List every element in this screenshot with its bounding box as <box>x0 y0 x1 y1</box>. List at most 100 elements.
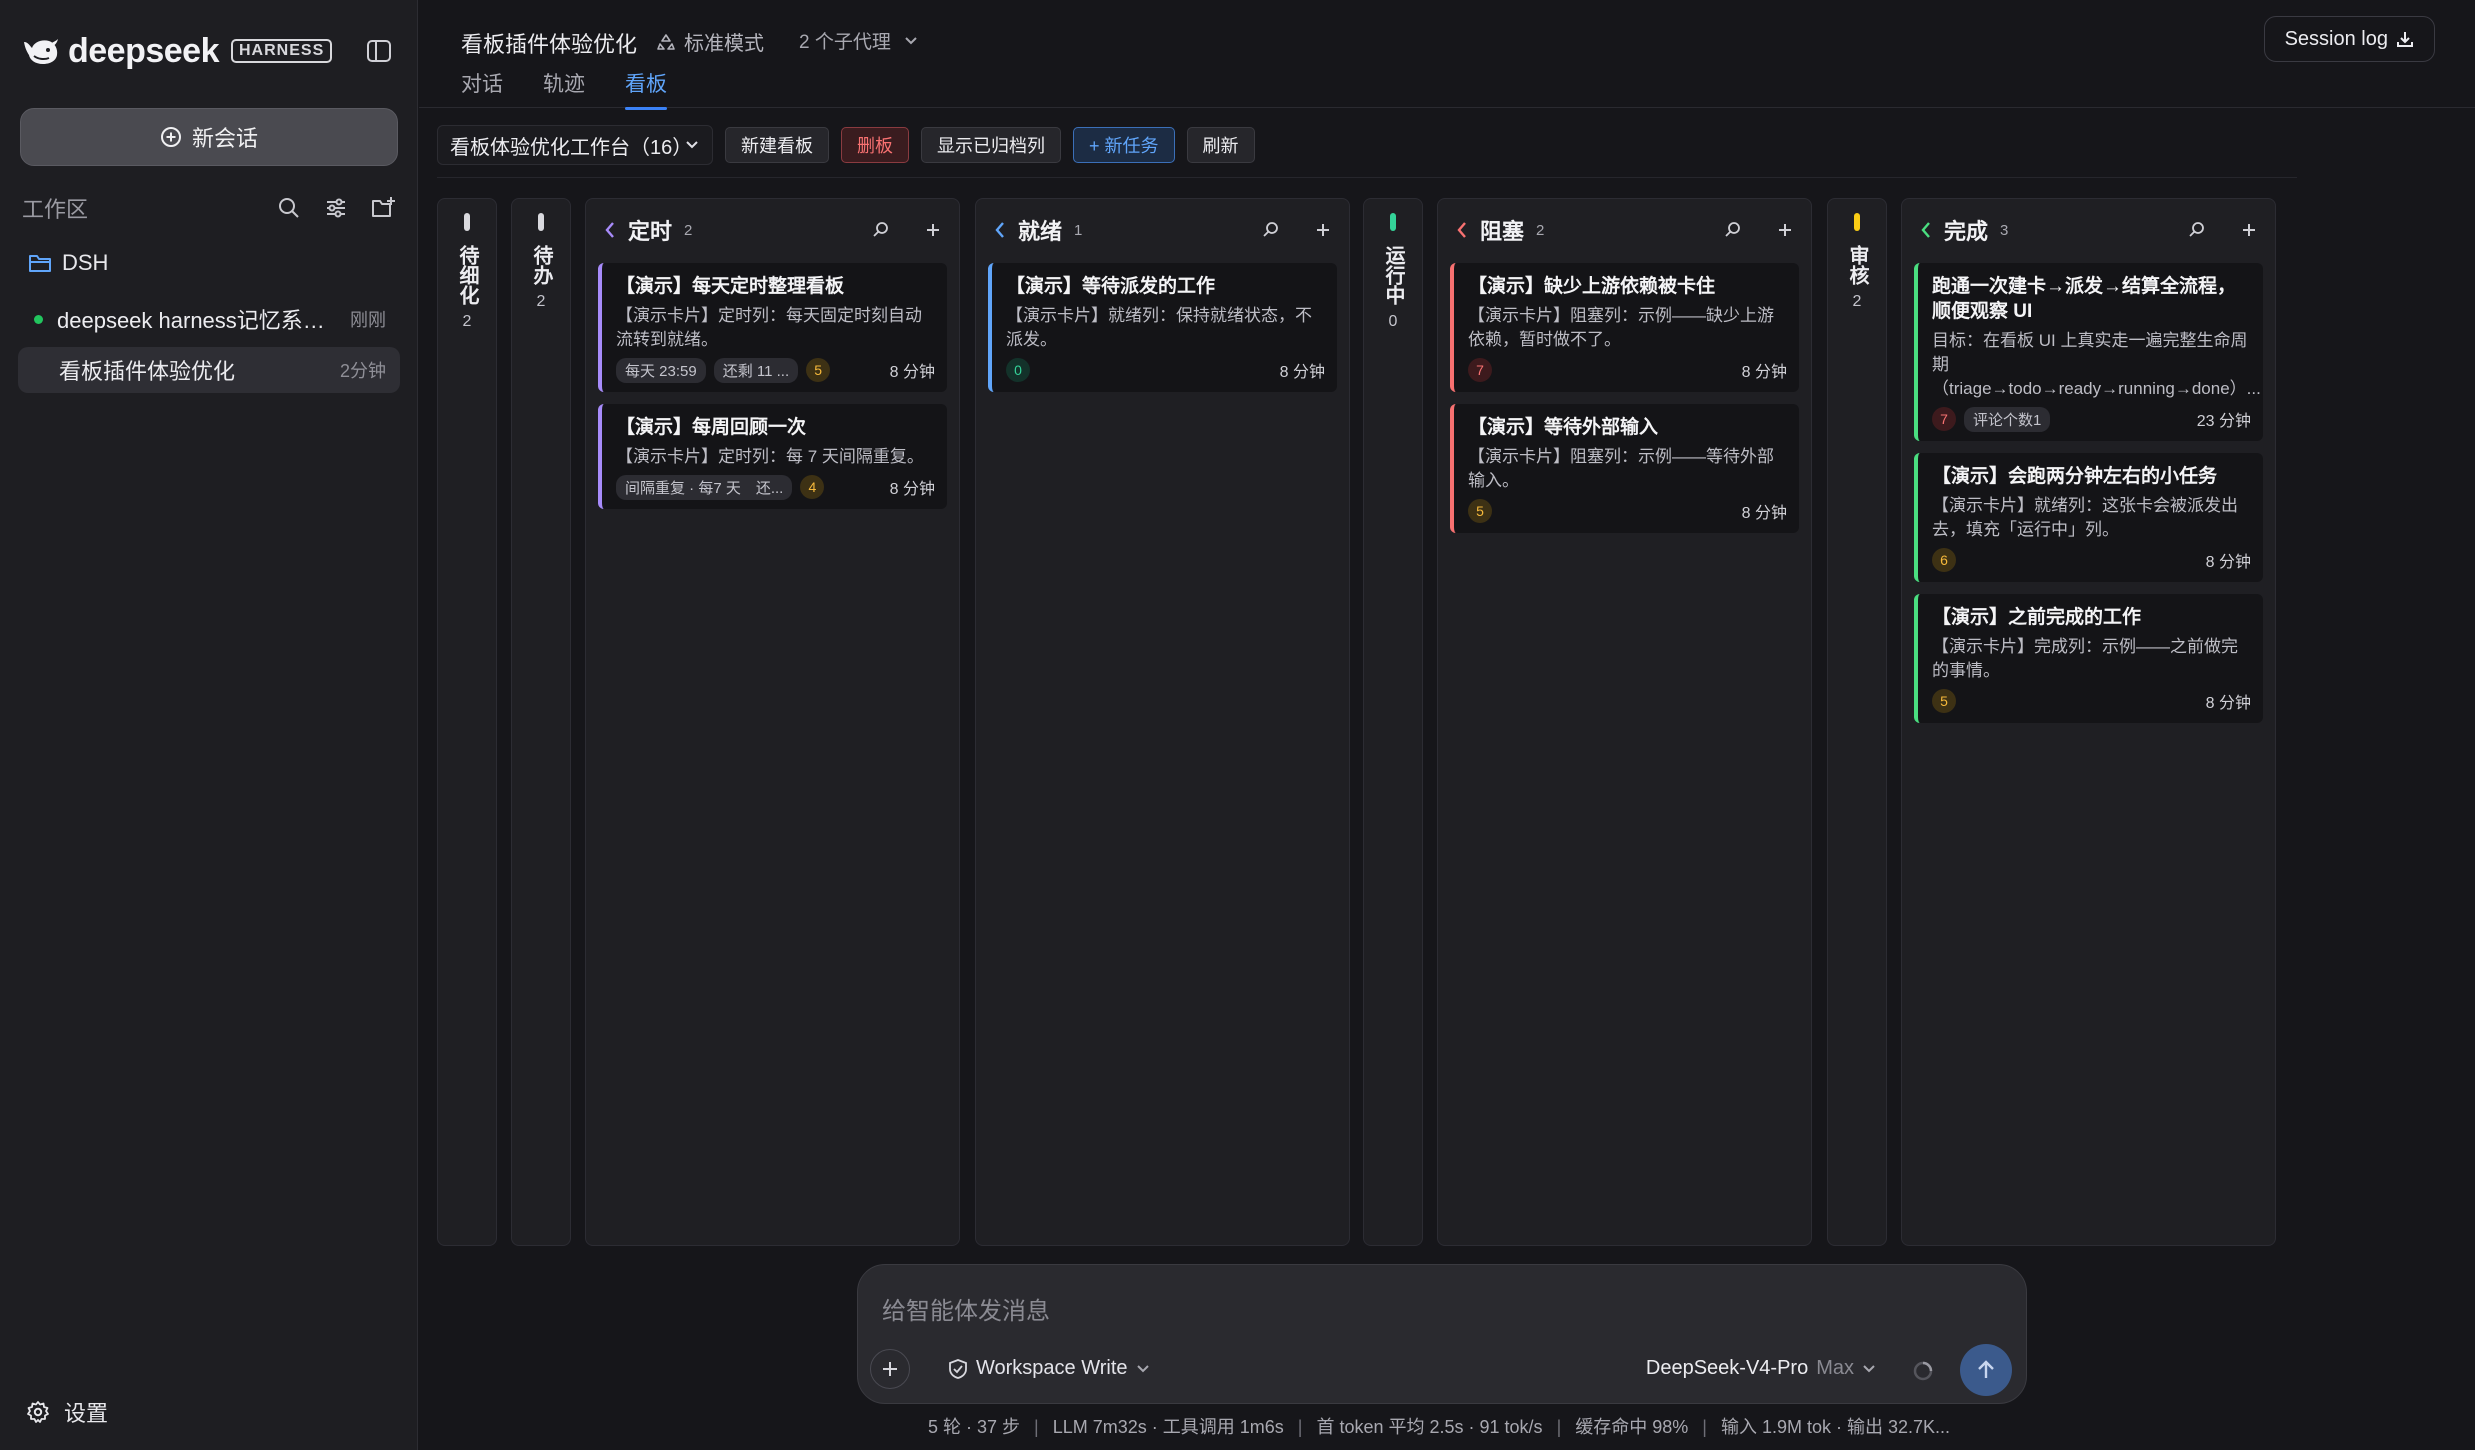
collapse-column-button[interactable] <box>1914 218 1938 242</box>
chevron-left-icon <box>1457 222 1466 238</box>
show-archived-button[interactable]: 显示已归档列 <box>921 127 1061 163</box>
delete-board-button[interactable]: 删板 <box>841 127 909 163</box>
task-card[interactable]: 跑通一次建卡→派发→结算全流程，顺便观察 UI 目标：在看板 UI 上真实走一遍完… <box>1914 263 2263 441</box>
session-time: 刚刚 <box>350 310 386 330</box>
mode-selector[interactable]: 标准模式 <box>656 27 764 56</box>
task-card[interactable]: 【演示】缺少上游依赖被卡住 【演示卡片】阻塞列：示例——缺少上游依赖，暂时做不了。… <box>1450 263 1799 392</box>
column-color-indicator <box>464 213 470 231</box>
column-blocked: 阻塞 2 【演示】缺少上游依赖被卡住 【演示卡片】阻塞列：示例——缺少上游依赖，暂时做… <box>1437 198 1812 1246</box>
subagents-dropdown[interactable]: 2 个子代理 <box>799 27 919 54</box>
column-header: 定时 2 <box>598 215 947 245</box>
board-select[interactable]: 看板体验优化工作台（16） <box>437 125 713 165</box>
tab-kanban[interactable]: 看板 <box>625 68 667 110</box>
session-item-active[interactable]: 看板插件体验优化 2分钟 <box>18 347 400 393</box>
message-input[interactable]: 给智能体发消息 <box>882 1291 1050 1326</box>
search-column-button[interactable] <box>1719 216 1747 244</box>
model-selector[interactable]: DeepSeek-V4-Pro Max <box>1646 1357 1876 1380</box>
plus-icon <box>2243 224 2255 236</box>
attach-button[interactable] <box>870 1349 910 1389</box>
send-button[interactable] <box>1960 1344 2012 1396</box>
chevron-left-icon <box>605 222 614 238</box>
session-name: 看板插件体验优化 <box>59 359 236 384</box>
logo[interactable]: deepseek HARNESS <box>22 30 333 72</box>
column-header: 阻塞 2 <box>1450 215 1799 245</box>
permission-selector[interactable]: Workspace Write <box>948 1357 1158 1380</box>
tab-chat[interactable]: 对话 <box>461 68 503 108</box>
task-card[interactable]: 【演示】等待外部输入 【演示卡片】阻塞列：示例——等待外部输入。 5 8 分钟 <box>1450 404 1799 533</box>
tab-trace[interactable]: 轨迹 <box>543 68 585 108</box>
collapse-column-button[interactable] <box>598 218 622 242</box>
add-card-button[interactable] <box>1309 216 1337 244</box>
search-workspace-button[interactable] <box>274 193 304 223</box>
column-count: 2 <box>536 293 546 310</box>
collapse-sidebar-button[interactable] <box>364 36 394 66</box>
card-footer: 6 8 分钟 <box>1932 548 2251 572</box>
column-title: 就绪 <box>1018 219 1063 244</box>
search-column-button[interactable] <box>867 216 895 244</box>
top-header: 看板插件体验优化 标准模式 2 个子代理 对话 轨迹 看板 Session lo… <box>419 0 2475 110</box>
search-icon <box>1263 222 1278 237</box>
status-tokens: 输入 1.9M tok · 输出 32.7K... <box>1720 1417 1951 1437</box>
column-header: 就绪 1 <box>988 215 1337 245</box>
collapse-column-button[interactable] <box>988 218 1012 242</box>
status-turns: 5 轮 · 37 步 <box>928 1417 1021 1437</box>
task-card[interactable]: 【演示】每周回顾一次 【演示卡片】定时列：每 7 天间隔重复。 间隔重复 · 每7 … <box>598 404 947 509</box>
sidebar-toggle-icon <box>367 40 391 62</box>
search-icon <box>279 198 299 218</box>
card-list: 跑通一次建卡→派发→结算全流程，顺便观察 UI 目标：在看板 UI 上真实走一遍完… <box>1914 263 2263 735</box>
whale-icon <box>24 39 58 64</box>
column-color-indicator <box>1390 213 1396 231</box>
search-column-button[interactable] <box>1257 216 1285 244</box>
card-time: 8 分钟 <box>889 481 935 498</box>
folder-dsh[interactable]: DSH <box>28 250 108 276</box>
search-icon <box>2189 222 2204 237</box>
new-chat-label: 新会话 <box>191 126 258 151</box>
column-header: 完成 3 <box>1914 215 2263 245</box>
priority-badge: 7 <box>1932 407 1956 431</box>
add-card-button[interactable] <box>2235 216 2263 244</box>
add-card-button[interactable] <box>919 216 947 244</box>
card-tag: 间隔重复 · 每7 天 还... <box>616 474 793 500</box>
filter-workspace-button[interactable] <box>321 193 351 223</box>
column-running-collapsed[interactable]: 运行中 0 <box>1363 198 1423 1246</box>
task-card[interactable]: 【演示】每天定时整理看板 【演示卡片】定时列：每天固定时刻自动流转到就绪。 每天 2… <box>598 263 947 392</box>
session-log-button[interactable]: Session log <box>2263 16 2435 62</box>
column-title: 待细化 <box>456 245 478 305</box>
task-card[interactable]: 【演示】之前完成的工作 【演示卡片】完成列：示例——之前做完的事情。 5 8 分钟 <box>1914 594 2263 723</box>
settings-button[interactable]: 设置 <box>26 1396 108 1428</box>
priority-badge: 7 <box>1468 358 1492 382</box>
page-title: 看板插件体验优化 <box>461 32 638 57</box>
card-description: 【演示卡片】定时列：每 7 天间隔重复。 <box>616 447 924 466</box>
workspace-header: 工作区 <box>22 193 398 223</box>
folder-plus-icon <box>372 197 395 217</box>
card-description: 【演示卡片】阻塞列：示例——缺少上游依赖，暂时做不了。 <box>1468 306 1774 349</box>
model-level: Max <box>1816 1357 1854 1379</box>
card-list: 【演示】等待派发的工作 【演示卡片】就绪列：保持就绪状态，不派发。 0 8 分钟 <box>988 263 1337 404</box>
plus-icon <box>883 1362 897 1376</box>
task-card[interactable]: 【演示】等待派发的工作 【演示卡片】就绪列：保持就绪状态，不派发。 0 8 分钟 <box>988 263 1337 392</box>
card-time: 8 分钟 <box>2205 554 2251 571</box>
card-footer: 每天 23:59 还剩 11 ... 5 8 分钟 <box>616 357 935 383</box>
search-column-button[interactable] <box>2183 216 2211 244</box>
card-list: 【演示】每天定时整理看板 【演示卡片】定时列：每天固定时刻自动流转到就绪。 每天 2… <box>598 263 947 521</box>
refresh-button[interactable]: 刷新 <box>1186 127 1255 163</box>
workspace-title: 工作区 <box>22 197 89 222</box>
column-count: 2 <box>684 221 693 239</box>
new-board-button[interactable]: 新建看板 <box>725 127 829 163</box>
new-chat-button[interactable]: 新会话 <box>20 108 398 166</box>
new-task-button[interactable]: + 新任务 <box>1073 127 1175 163</box>
new-folder-button[interactable] <box>368 193 398 223</box>
collapse-column-button[interactable] <box>1450 218 1474 242</box>
message-composer[interactable]: 给智能体发消息 Workspace Write DeepSeek-V4-Pro … <box>857 1264 2027 1404</box>
column-todo-collapsed[interactable]: 待办 2 <box>511 198 571 1246</box>
column-triage-collapsed[interactable]: 待细化 2 <box>437 198 497 1246</box>
sidebar: deepseek HARNESS 新会话 工作区 DSH deepseek ha… <box>0 0 418 1450</box>
chevron-down-icon <box>905 36 917 44</box>
column-review-collapsed[interactable]: 审核 2 <box>1827 198 1887 1246</box>
mode-label: 标准模式 <box>684 33 764 55</box>
column-title: 审核 <box>1846 245 1868 285</box>
task-card[interactable]: 【演示】会跑两分钟左右的小任务 【演示卡片】就绪列：这张卡会被派发出去，填充「运行… <box>1914 453 2263 582</box>
card-time: 8 分钟 <box>1279 364 1325 381</box>
session-item[interactable]: deepseek harness记忆系统工程化落地方案 刚刚 <box>18 296 400 342</box>
add-card-button[interactable] <box>1771 216 1799 244</box>
